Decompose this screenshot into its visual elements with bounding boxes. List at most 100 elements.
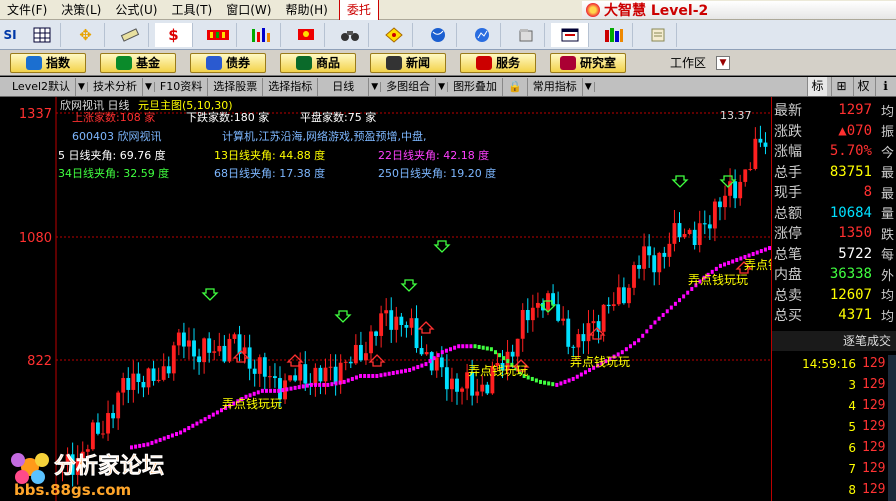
candle-body [586,323,591,342]
bars-icon[interactable] [243,22,281,47]
weituo-button[interactable]: 委托 [338,0,379,21]
tick-time: 6 [848,440,856,455]
ma-point [637,338,641,343]
tab-f10[interactable]: F10资料 [155,77,209,96]
ma-point [653,320,657,325]
menu-tools[interactable]: 工具(T) [165,0,220,20]
grid-icon[interactable] [23,22,61,47]
ma-point [457,344,461,349]
kline-chart[interactable]: 1337 1080 822 欣网视讯 日线 元旦主图(5,10,30) 上涨家数… [0,97,771,501]
menu-formula[interactable]: 公式(U) [108,0,164,20]
flag-icon[interactable] [287,22,325,47]
binoculars-icon[interactable] [331,22,369,47]
ma-point [408,368,412,373]
ma-point [154,439,158,444]
candle-body [621,287,626,304]
scroll-icon[interactable] [639,22,677,47]
rights-button[interactable]: 权 [853,77,873,96]
flat-count: 平盘家数:75 家 [300,110,376,124]
ma-point [763,247,767,252]
candle-body [414,318,419,349]
commodity-button[interactable]: 商品 [280,52,356,73]
move-icon[interactable]: ✥ [67,22,105,47]
quote-suffix: 今 [880,145,894,161]
ma-point [309,382,313,387]
tick-scrollbar[interactable] [888,355,896,501]
menu-window[interactable]: 窗口(W) [219,0,278,20]
ma-point [547,381,551,386]
ma-point [359,373,363,378]
service-button[interactable]: 服务 [460,52,536,73]
ma-point [751,252,755,257]
app-brand: 大智慧 Level-2 [582,1,896,19]
candle-body [111,413,116,419]
tab-daily[interactable]: 日线 [318,77,370,96]
research-button[interactable]: 研究室 [550,52,626,73]
menu-help[interactable]: 帮助(H) [278,0,334,20]
ma-point [624,347,628,352]
menu-file[interactable]: 文件(F) [0,0,54,20]
candle-body [566,318,571,347]
si-icon[interactable]: SI [3,23,17,47]
ma-point [718,263,722,268]
ma-point [199,419,203,424]
tab-tech-analysis[interactable]: 技术分析 [88,77,143,96]
tab-multi-chart[interactable]: 多图组合 [381,77,437,96]
tab-common-indicator[interactable]: 常用指标 [528,77,583,96]
ma-point [477,344,481,349]
candle-body [611,304,616,307]
candle-body [187,340,191,347]
quote-row: 总手 83751 最 [772,161,896,183]
chevron-down-icon[interactable]: ▼ [436,81,449,92]
ma-point [371,373,375,378]
chevron-down-icon[interactable]: ▼ [369,81,382,92]
info-button[interactable]: ℹ [875,77,895,96]
tab-level2[interactable]: Level2默认 [0,77,77,96]
lock-icon[interactable]: 🔒 [503,77,528,96]
candle-body [156,379,161,381]
fund-button[interactable]: 基金 [100,52,176,73]
ma-point [187,426,191,431]
menu-decision[interactable]: 决策(L) [54,0,108,20]
tab-select-indicator[interactable]: 选择指标 [263,77,319,96]
candle-body [642,246,647,269]
window-icon[interactable] [551,22,589,47]
candle-body [702,223,707,225]
candle-body [176,332,181,346]
workspace-dropdown-icon[interactable]: ▼ [716,55,731,70]
grid-toggle-button[interactable]: ⊞ [831,77,851,96]
mark-button[interactable]: 标 [807,77,827,96]
bond-button[interactable]: 债券 [190,52,266,73]
chart-icon[interactable] [463,22,501,47]
candle-body [192,340,196,357]
quote-value: 5722 [838,245,872,262]
index-button[interactable]: 指数 [10,52,86,73]
ruler-icon[interactable] [111,22,149,47]
candle-body [101,433,105,435]
chevron-down-icon[interactable]: ▼ [76,81,88,92]
diamond-icon[interactable] [375,22,413,47]
news-button[interactable]: 新闻 [370,52,446,73]
tick-row: 5 129 [772,416,896,437]
ma-point [269,388,273,393]
ma-point [338,380,342,385]
doc-icon[interactable] [507,22,545,47]
globe-icon[interactable] [419,22,457,47]
ma-point [203,417,207,422]
ma-point [277,388,281,393]
candle-body [197,356,201,363]
ma-point [678,298,682,303]
icon-toolbar: SI ✥ $ [0,20,896,50]
candle-body [181,332,186,347]
books-icon[interactable] [595,22,633,47]
chevron-down-icon[interactable]: ▼ [583,81,595,92]
stripes-icon[interactable] [199,22,237,47]
dollar-icon[interactable]: $ [155,22,193,47]
chevron-down-icon[interactable]: ▼ [143,81,155,92]
tab-select-stock[interactable]: 选择股票 [208,77,264,96]
ma-point [412,366,416,371]
annotation-1: 弄点钱玩玩 [222,396,282,411]
angle-250: 250日线夹角: 19.20 度 [378,166,496,180]
tab-overlay[interactable]: 图形叠加 [448,77,504,96]
ma-point [281,388,285,393]
